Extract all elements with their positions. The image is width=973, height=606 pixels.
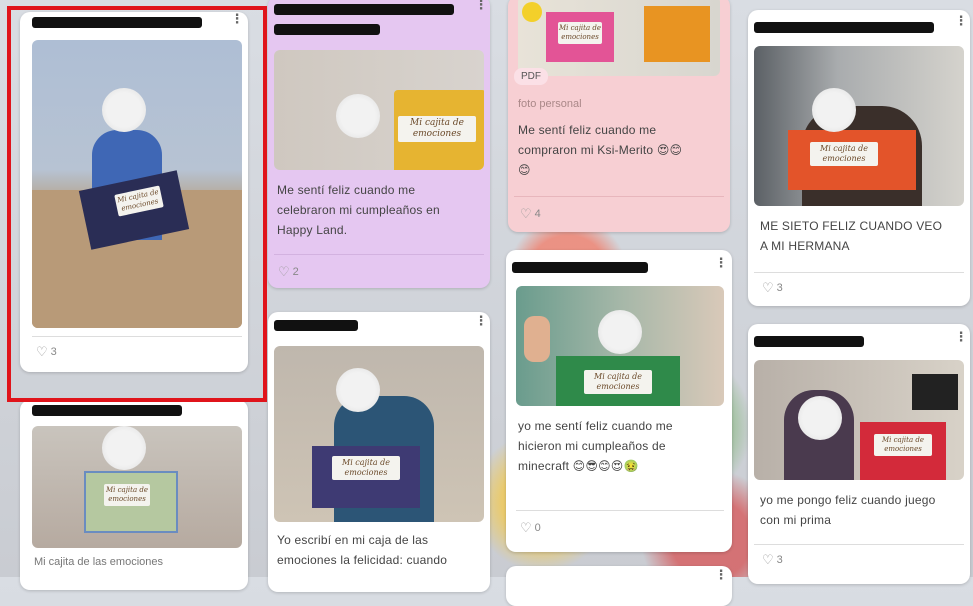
- post-photo[interactable]: Mi cajita de emociones: [754, 46, 964, 206]
- post-photo[interactable]: Mi cajita de emociones: [274, 346, 484, 522]
- like-button[interactable]: ♡ 0: [520, 520, 541, 536]
- post-card-2[interactable]: Mi cajita de emociones Mi cajita de las e…: [20, 400, 248, 590]
- face-blur: [812, 88, 856, 132]
- face-blur: [598, 310, 642, 354]
- author-name-redacted: [32, 17, 202, 28]
- author-name-redacted: [32, 405, 182, 416]
- post-photo[interactable]: Mi cajita de emociones: [274, 50, 484, 170]
- post-card-4[interactable]: ⋮ Mi cajita de emociones Yo escribí en mi…: [268, 312, 490, 592]
- kebab-menu-icon[interactable]: ⋮: [714, 568, 728, 582]
- box-label: Mi cajita de emociones: [104, 484, 150, 506]
- separator: [754, 272, 964, 273]
- author-name-redacted: [754, 22, 934, 33]
- face-blur: [102, 426, 146, 470]
- post-caption: ME SIETO FELIZ CUANDO VEO A MI HERMANA: [760, 219, 943, 253]
- post-caption: Mi cajita de las emociones: [34, 556, 164, 568]
- kebab-menu-icon[interactable]: ⋮: [474, 314, 488, 328]
- like-button[interactable]: ♡ 3: [36, 344, 57, 360]
- kebab-menu-icon[interactable]: ⋮: [474, 0, 488, 12]
- separator: [274, 254, 484, 255]
- like-count: 3: [776, 554, 783, 566]
- post-card-8[interactable]: ⋮ Mi cajita de emociones yo me pongo feli…: [748, 324, 970, 584]
- heart-icon: ♡: [36, 344, 48, 359]
- face-blur: [102, 88, 146, 132]
- kebab-menu-icon[interactable]: ⋮: [714, 256, 728, 270]
- like-count: 0: [534, 522, 541, 534]
- author-name-redacted: [274, 320, 358, 331]
- post-card-6[interactable]: ⋮ Mi cajita de emociones yo me sentí feli…: [506, 250, 732, 552]
- kebab-menu-icon[interactable]: ⋮: [954, 14, 968, 28]
- separator: [514, 196, 724, 197]
- post-card-1[interactable]: ⋮ Mi cajita de emociones ♡ 3: [20, 12, 248, 372]
- face-blur: [336, 94, 380, 138]
- separator: [516, 510, 724, 511]
- thumbs-up-hand: [524, 316, 550, 362]
- box-label: Mi cajita de emociones: [584, 370, 652, 394]
- post-caption: yo me pongo feliz cuando juego con mi pr…: [760, 493, 936, 527]
- kebab-menu-icon[interactable]: ⋮: [230, 12, 244, 26]
- post-photo[interactable]: Mi cajita de emociones: [32, 40, 242, 328]
- face-blur: [336, 368, 380, 412]
- box-label: Mi cajita de emociones: [558, 22, 602, 44]
- like-button[interactable]: ♡ 3: [762, 552, 783, 568]
- post-card-partial[interactable]: ⋮: [506, 566, 732, 606]
- post-card-3[interactable]: ⋮ Mi cajita de emociones Me sentí feliz c…: [268, 0, 490, 288]
- separator: [32, 336, 242, 337]
- author-name-redacted: [754, 336, 864, 347]
- like-button[interactable]: ♡ 3: [762, 280, 783, 296]
- like-count: 3: [50, 346, 57, 358]
- post-caption: yo me sentí feliz cuando me hicieron mi …: [518, 419, 673, 473]
- heart-icon: ♡: [520, 206, 532, 221]
- post-subtitle: foto personal: [518, 98, 582, 110]
- post-photo[interactable]: Mi cajita de emociones: [32, 426, 242, 548]
- like-button[interactable]: ♡ 2: [278, 264, 299, 280]
- post-caption: Me sentí feliz cuando me compraron mi Ks…: [518, 123, 683, 177]
- like-count: 3: [776, 282, 783, 294]
- like-count: 4: [534, 208, 541, 220]
- author-name-redacted: [274, 4, 454, 15]
- like-count: 2: [292, 266, 299, 278]
- post-card-7[interactable]: ⋮ Mi cajita de emociones ME SIETO FELIZ C…: [748, 10, 970, 306]
- author-name-redacted: [274, 24, 380, 35]
- box-label: Mi cajita de emociones: [810, 142, 878, 166]
- post-caption: Me sentí feliz cuando me celebraron mi c…: [277, 183, 440, 237]
- post-photo[interactable]: Mi cajita de emociones: [754, 360, 964, 480]
- smiley-emoji-icon: [522, 2, 542, 22]
- heart-icon: ♡: [278, 264, 290, 279]
- post-caption: Yo escribí en mi caja de las emociones l…: [277, 533, 448, 567]
- heart-icon: ♡: [762, 280, 774, 295]
- tv-screen: [912, 374, 958, 410]
- post-card-5[interactable]: Mi cajita de emociones PDF foto personal …: [508, 0, 730, 232]
- emotion-box: [644, 6, 710, 62]
- post-photo[interactable]: Mi cajita de emociones: [518, 0, 720, 76]
- like-button[interactable]: ♡ 4: [520, 206, 541, 222]
- box-label: Mi cajita de emociones: [332, 456, 400, 480]
- author-name-redacted: [512, 262, 648, 273]
- kebab-menu-icon[interactable]: ⋮: [954, 330, 968, 344]
- pdf-badge: PDF: [514, 68, 548, 85]
- box-label: Mi cajita de emociones: [874, 434, 932, 456]
- face-blur: [798, 396, 842, 440]
- box-label: Mi cajita de emociones: [398, 116, 476, 142]
- post-photo[interactable]: Mi cajita de emociones: [516, 286, 724, 406]
- separator: [754, 544, 964, 545]
- heart-icon: ♡: [762, 552, 774, 567]
- heart-icon: ♡: [520, 520, 532, 535]
